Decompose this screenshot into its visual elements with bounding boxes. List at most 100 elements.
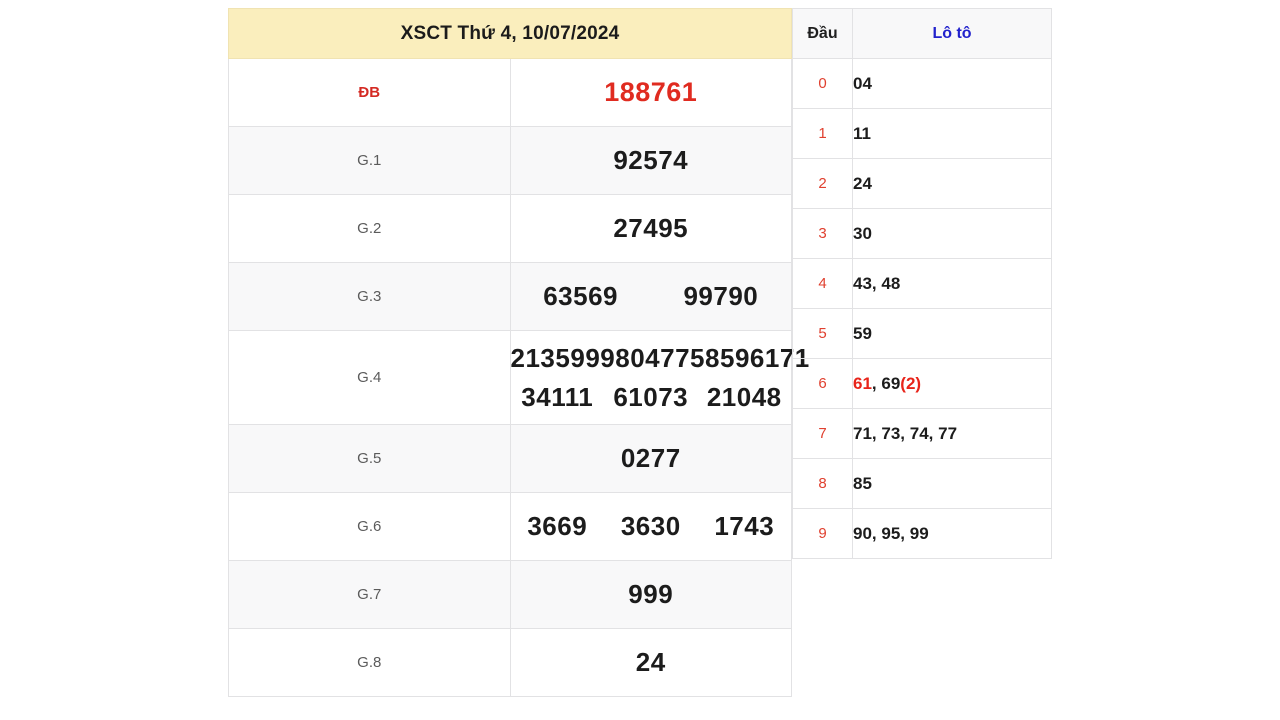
- loto-number: 99: [909, 523, 929, 543]
- loto-number: 43: [853, 273, 872, 293]
- prize-numbers-cell: 188761: [509, 58, 792, 127]
- prize-number-group: 24: [511, 647, 792, 678]
- loto-separator: ,: [871, 523, 882, 543]
- loto-separator: ,: [928, 423, 939, 443]
- prize-row: G.5 0277: [228, 424, 792, 493]
- loto-dau-1: 1: [792, 108, 853, 159]
- prize-table-body: XSCT Thứ 4, 10/07/2024 ĐB 188761 G.1 92574 G…: [228, 8, 810, 697]
- loto-number: 24: [853, 173, 872, 193]
- prize-row: G.7 999: [228, 560, 792, 629]
- lottery-results-page: XSCT Thứ 4, 10/07/2024 ĐB 188761 G.1 92574 G…: [0, 0, 1280, 720]
- loto-dau-2: 2: [792, 158, 853, 209]
- loto-separator: ,: [871, 273, 882, 293]
- prize-numbers-cell: 3669 3630 1743: [509, 492, 792, 561]
- loto-dau-9: 9: [792, 508, 853, 559]
- loto-dau-5: 5: [792, 308, 853, 359]
- loto-number: 74: [909, 423, 929, 443]
- results-title: XSCT Thứ 4, 10/07/2024: [228, 8, 792, 59]
- loto-number: 30: [853, 223, 872, 243]
- prize-numbers-cell: 63569 99790: [509, 262, 792, 331]
- prize-numbers-cell: 999: [509, 560, 792, 629]
- prize-row: G.3 63569 99790: [228, 262, 792, 331]
- prize-number-group: 3669 3630 1743: [511, 511, 792, 542]
- loto-dau-0: 0: [792, 58, 853, 109]
- prize-number: 61073: [613, 381, 689, 412]
- loto-header-row: Đầu Lô tô: [792, 8, 1052, 59]
- loto-row: 1 11: [792, 108, 1052, 159]
- loto-values: 71, 73, 74, 77: [852, 408, 1052, 459]
- prize-number-group: 21359 99804 77585 96171 34111 61073 21048: [510, 337, 810, 419]
- prize-number: 0277: [620, 443, 681, 473]
- prize-results-table: XSCT Thứ 4, 10/07/2024 ĐB 188761 G.1 92574 G…: [228, 8, 810, 697]
- prize-label-g8: G.8: [228, 628, 511, 697]
- prize-number-group: 27495: [511, 213, 792, 244]
- loto-values: 59: [852, 308, 1052, 359]
- prize-row: G.1 92574: [228, 126, 792, 195]
- loto-values: 11: [852, 108, 1052, 159]
- loto-table-body: Đầu Lô tô 0 04 1 11 2 24 3 30 4 43, 48 5 59 6 61, 69(…: [792, 8, 1052, 559]
- loto-number: 90: [853, 523, 872, 543]
- prize-label-g4: G.4: [228, 330, 511, 425]
- prize-number-line: 34111 61073 21048: [511, 382, 792, 413]
- loto-dau-7: 7: [792, 408, 853, 459]
- prize-label-g2: G.2: [228, 194, 511, 263]
- loto-values: 90, 95, 99: [852, 508, 1052, 559]
- loto-separator: ,: [900, 423, 910, 443]
- loto-row: 5 59: [792, 308, 1052, 359]
- loto-row: 6 61, 69(2): [792, 358, 1052, 409]
- prize-label-g5: G.5: [228, 424, 511, 493]
- loto-header-loto: Lô tô: [852, 8, 1052, 59]
- prize-number: 999: [628, 579, 674, 609]
- loto-number: 73: [881, 423, 901, 443]
- loto-number: 69: [881, 373, 901, 393]
- loto-row: 9 90, 95, 99: [792, 508, 1052, 559]
- prize-label-g6: G.6: [228, 492, 511, 561]
- prize-number: 34111: [521, 381, 594, 412]
- loto-row: 8 85: [792, 458, 1052, 509]
- prize-label-g3: G.3: [228, 262, 511, 331]
- prize-label-đb: ĐB: [228, 58, 511, 127]
- prize-number: 63569: [543, 281, 619, 311]
- prize-numbers-cell: 21359 99804 77585 96171 34111 61073 21048: [509, 330, 810, 425]
- prize-label-g7: G.7: [228, 560, 511, 629]
- prize-table-header-row: XSCT Thứ 4, 10/07/2024: [228, 8, 792, 59]
- loto-header-dau: Đầu: [792, 8, 853, 59]
- prize-number: 99804: [585, 342, 661, 373]
- prize-number-group: 63569 99790: [511, 281, 792, 312]
- loto-separator: ,: [871, 423, 882, 443]
- prize-row: ĐB 188761: [228, 58, 792, 127]
- prize-number: 3669: [527, 511, 588, 541]
- loto-number: 77: [938, 423, 958, 443]
- loto-dau-4: 4: [792, 258, 853, 309]
- prize-numbers-cell: 24: [509, 628, 792, 697]
- prize-numbers-cell: 0277: [509, 424, 792, 493]
- prize-number-group: 188761: [511, 77, 792, 108]
- loto-row: 4 43, 48: [792, 258, 1052, 309]
- prize-number: 21359: [510, 342, 586, 373]
- loto-number: 04: [853, 73, 872, 93]
- prize-row: G.2 27495: [228, 194, 792, 263]
- prize-number-line: 21359 99804 77585 96171: [510, 342, 810, 374]
- loto-separator: ,: [871, 373, 882, 393]
- prize-numbers-cell: 27495: [509, 194, 792, 263]
- prize-row: G.4 21359 99804 77585 96171 34111 61073 21048: [228, 330, 810, 425]
- prize-label-g1: G.1: [228, 126, 511, 195]
- prize-numbers-cell: 92574: [509, 126, 792, 195]
- loto-dau-8: 8: [792, 458, 853, 509]
- loto-values: 61, 69(2): [852, 358, 1052, 409]
- prize-number: 77585: [660, 342, 735, 373]
- loto-number: 59: [853, 323, 872, 343]
- loto-summary-table: Đầu Lô tô 0 04 1 11 2 24 3 30 4 43, 48 5 59 6 61, 69(…: [792, 8, 1052, 559]
- loto-values: 30: [852, 208, 1052, 259]
- loto-number: 11: [853, 123, 871, 143]
- prize-number: 3630: [620, 511, 681, 541]
- loto-separator: ,: [900, 523, 910, 543]
- loto-dau-6: 6: [792, 358, 853, 409]
- prize-number: 99790: [683, 281, 759, 311]
- loto-values: 85: [852, 458, 1052, 509]
- prize-number: 92574: [613, 145, 689, 175]
- loto-row: 7 71, 73, 74, 77: [792, 408, 1052, 459]
- prize-number-group: 92574: [511, 145, 792, 176]
- prize-number: 24: [635, 647, 666, 677]
- loto-dau-3: 3: [792, 208, 853, 259]
